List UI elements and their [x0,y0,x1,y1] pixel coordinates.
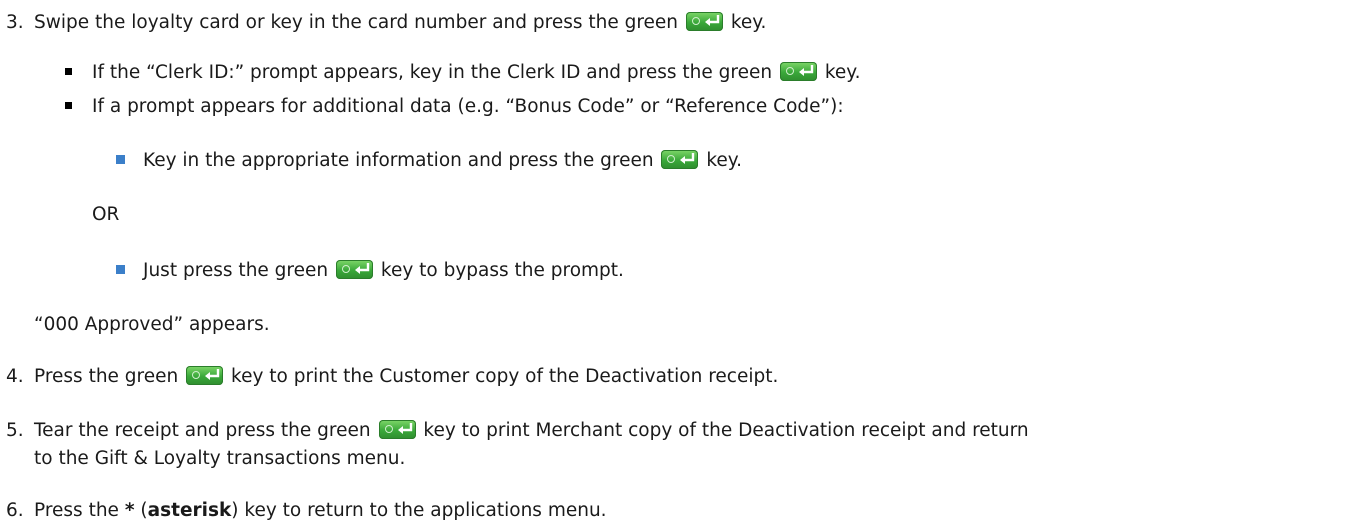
step-text-end: key to print the Customer copy of the De… [231,366,779,387]
green-enter-key-icon [186,366,224,385]
instruction-document: 3. Swipe the loyalty card or key in the … [0,0,1361,531]
sub-bullet-text: Just press the green [143,260,329,281]
green-enter-key-icon [378,420,416,439]
step-number: 6. [6,500,24,521]
step-text-end: key to print Merchant copy of the Deacti… [423,420,1029,441]
step-text: Tear the receipt and press the green [34,420,371,441]
sub-bullet-key-in: Key in the appropriate information and p… [0,148,1361,174]
asterisk-label: asterisk [147,500,232,521]
bullet-additional-data: If a prompt appears for additional data … [0,94,1361,120]
green-enter-key-icon [336,260,373,279]
step-text: Press the [34,500,119,521]
step-text: Swipe the loyalty card or key in the car… [34,12,679,33]
or-label: OR [92,204,120,225]
result-text: “000 Approved” appears. [34,314,270,335]
square-bullet-icon [65,68,72,75]
bullet-text-end: key. [824,62,861,83]
sub-bullet-text-end: key. [706,150,743,171]
step-5-continuation: to the Gift & Loyalty transactions menu. [34,448,406,469]
step-number: 5. [6,420,24,441]
sub-bullet-text-end: key to bypass the prompt. [380,260,624,281]
bullet-text: If the “Clerk ID:” prompt appears, key i… [92,62,773,83]
step-text-end: key. [730,12,767,33]
step-text-end: ) key to return to the applications menu… [231,500,607,521]
paren-open: ( [140,500,148,521]
green-enter-key-icon [661,150,699,169]
bullet-clerk-id: If the “Clerk ID:” prompt appears, key i… [0,60,1361,86]
sub-bullet-bypass: Just press the green key to bypass the p… [0,258,1361,284]
green-enter-key-icon [779,62,817,81]
sub-bullet-icon [116,265,125,274]
asterisk-symbol: * [124,500,135,521]
step-text: Press the green [34,366,179,387]
sub-bullet-text: Key in the appropriate information and p… [143,150,654,171]
square-bullet-icon [65,102,72,109]
sub-bullet-icon [116,155,125,164]
step-number: 3. [6,12,24,33]
green-enter-key-icon [685,12,723,31]
step-number: 4. [6,366,24,387]
bullet-text: If a prompt appears for additional data … [92,96,844,117]
